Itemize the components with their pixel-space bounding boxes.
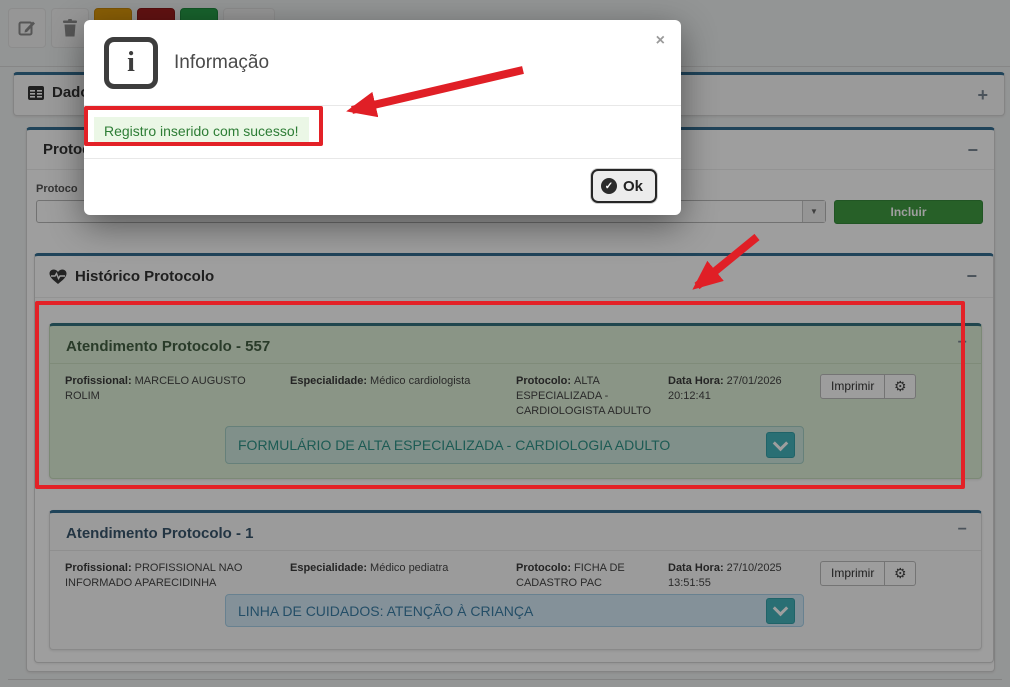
modal-title: Informação [174, 52, 269, 74]
modal-header: i Informação × [84, 20, 681, 106]
modal-body: Registro inserido com sucesso! [84, 106, 681, 159]
ok-button-label: Ok [623, 178, 643, 195]
ok-button[interactable]: ✓ Ok [591, 169, 657, 203]
info-modal: i Informação × Registro inserido com suc… [84, 20, 681, 215]
modal-footer: ✓ Ok [84, 159, 681, 215]
check-circle-icon: ✓ [601, 178, 617, 194]
close-icon[interactable]: × [656, 32, 665, 50]
info-icon: i [104, 37, 158, 89]
success-message: Registro inserido com sucesso! [94, 117, 309, 145]
page: Dado + Protoco − Protoco ▼ Incluir [0, 0, 1010, 687]
